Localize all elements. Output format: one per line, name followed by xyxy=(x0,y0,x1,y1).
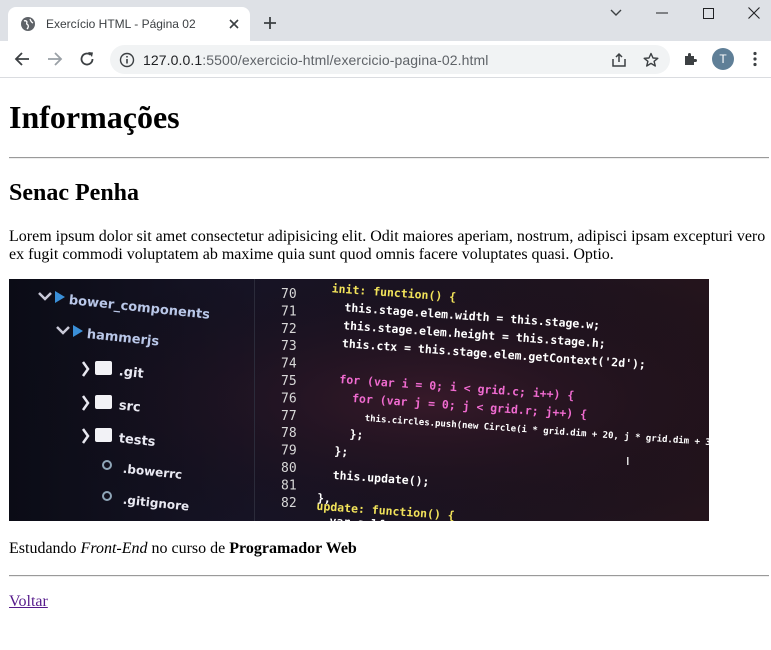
line-number: 74 xyxy=(281,357,297,372)
divider xyxy=(9,157,769,159)
line-number: 77 xyxy=(281,409,297,424)
forward-arrow-icon[interactable] xyxy=(45,49,65,69)
line-number: 73 xyxy=(281,339,297,354)
folder-icon xyxy=(95,395,112,409)
line-number: 82 xyxy=(281,496,297,511)
code-line: }; xyxy=(349,427,364,442)
url-host: 127.0.0.1 xyxy=(143,52,203,68)
line-number: 80 xyxy=(281,461,297,476)
line-number: 76 xyxy=(281,391,297,406)
url-text[interactable]: 127.0.0.1:5500/exercicio-html/exercicio-… xyxy=(143,52,488,68)
line-number: 70 xyxy=(281,287,297,302)
caption-line: Estudando Front-End no curso de Programa… xyxy=(9,540,357,558)
address-bar[interactable]: 127.0.0.1:5500/exercicio-html/exercicio-… xyxy=(110,45,670,74)
extensions-puzzle-icon[interactable] xyxy=(681,50,699,68)
tab-strip: Exercício HTML - Página 02 xyxy=(0,0,771,41)
browser-toolbar: 127.0.0.1:5500/exercicio-html/exercicio-… xyxy=(0,41,771,78)
line-number: 75 xyxy=(281,374,297,389)
divider xyxy=(9,575,769,577)
reload-icon[interactable] xyxy=(77,49,97,69)
caption-middle: no curso de xyxy=(147,540,230,557)
more-menu-icon[interactable] xyxy=(746,50,764,68)
new-tab-icon[interactable] xyxy=(261,14,279,32)
tab-title: Exercício HTML - Página 02 xyxy=(46,17,196,31)
page-heading: Informações xyxy=(9,99,180,135)
folder-icon xyxy=(95,361,112,375)
code-line: }; xyxy=(334,444,349,459)
maximize-icon[interactable] xyxy=(697,4,719,22)
tree-label: .git xyxy=(118,364,144,382)
tree-label: src xyxy=(118,398,141,415)
line-number: 79 xyxy=(281,444,297,459)
share-icon[interactable] xyxy=(610,51,628,69)
back-arrow-icon[interactable] xyxy=(12,49,32,69)
globe-icon xyxy=(20,16,36,32)
page-subheading: Senac Penha xyxy=(9,180,140,206)
line-number: 81 xyxy=(281,478,297,493)
close-window-icon[interactable] xyxy=(743,4,765,22)
back-link[interactable]: Voltar xyxy=(9,593,48,611)
tab-search-chevron-icon[interactable] xyxy=(605,4,627,22)
caption-strong: Programador Web xyxy=(229,540,357,557)
bookmark-star-icon[interactable] xyxy=(642,51,660,69)
close-tab-icon[interactable] xyxy=(226,16,242,32)
line-number: 72 xyxy=(281,322,297,337)
minimize-icon[interactable] xyxy=(651,4,673,22)
browser-tab[interactable]: Exercício HTML - Página 02 xyxy=(8,7,250,41)
caption-prefix: Estudando xyxy=(9,540,81,557)
profile-avatar[interactable]: T xyxy=(712,48,734,70)
lorem-paragraph: Lorem ipsum dolor sit amet consectetur a… xyxy=(9,228,766,263)
url-path: :5500/exercicio-html/exercicio-pagina-02… xyxy=(202,52,489,68)
code-editor-illustration: bower_componentshammerjs.gitsrctests.bow… xyxy=(9,279,709,521)
page-content: Informações Senac Penha Lorem ipsum dolo… xyxy=(0,78,771,650)
caption-emphasis: Front-End xyxy=(80,540,148,557)
line-number: 71 xyxy=(281,304,297,319)
folder-icon xyxy=(95,428,112,442)
site-info-icon[interactable] xyxy=(118,51,136,69)
line-number: 78 xyxy=(281,426,297,441)
code-screenshot-image: bower_components hammerjs .git src tests .bow… xyxy=(9,279,709,521)
